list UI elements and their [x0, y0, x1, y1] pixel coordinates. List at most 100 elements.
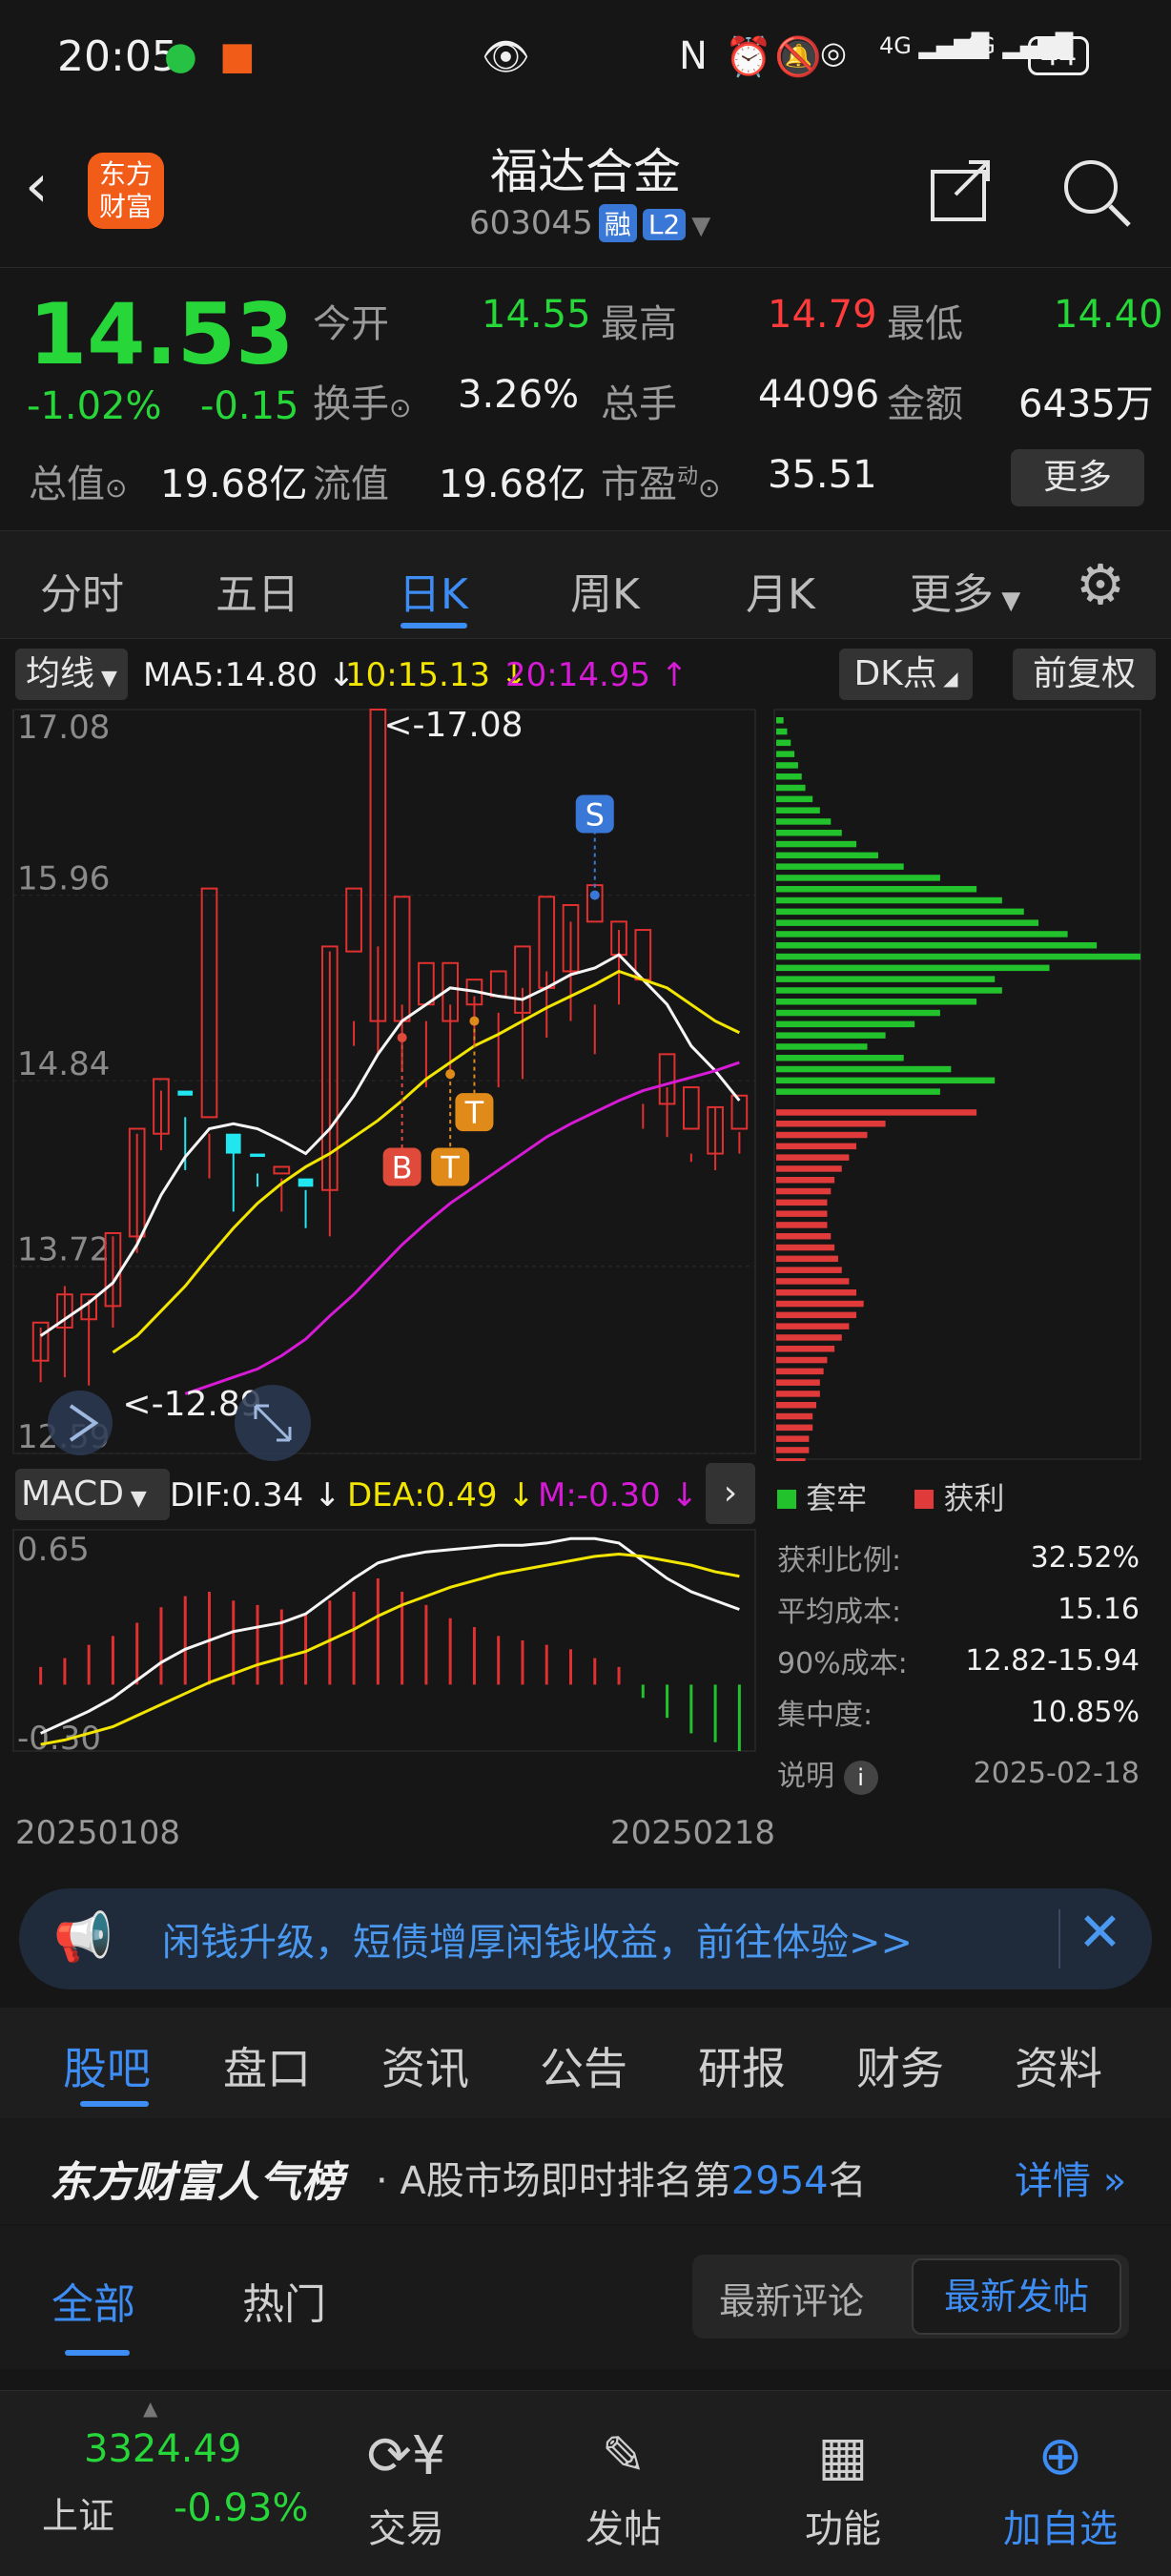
chip-legend: 套牢 获利	[777, 1474, 1005, 1518]
chip-bar-profit	[776, 1323, 850, 1329]
nav-index[interactable]: ▲ 3324.49 上证 -0.93%	[0, 2391, 315, 2576]
kline-chart[interactable]: 17.0815.9614.8413.7212.59<-17.08<-12.89S…	[0, 704, 763, 1467]
chip-bar-trap	[776, 953, 1140, 960]
info-icon: ⊙	[105, 472, 128, 504]
nav-trade[interactable]: ⟳¥ 交易	[311, 2391, 502, 2553]
ma-toggle-button[interactable]: 均线 ▼	[15, 649, 128, 700]
chip-bar-trap	[776, 739, 791, 747]
pe-label[interactable]: 市盈动⊙	[601, 453, 720, 508]
x-end-date: 20250218	[610, 1814, 776, 1852]
chip-bar-trap	[776, 1065, 952, 1073]
tab-weekly-k[interactable]: 周K	[570, 560, 640, 621]
chip-bar-profit	[776, 1244, 835, 1251]
nav-post[interactable]: ✎ 发帖	[528, 2391, 719, 2553]
share-icon[interactable]	[927, 156, 996, 225]
sort-latest-comment[interactable]: 最新评论	[719, 2272, 864, 2324]
status-time: 20:05	[57, 32, 178, 81]
search-icon[interactable]	[1060, 156, 1133, 229]
tab-monthly-k[interactable]: 月K	[746, 560, 815, 621]
chip-bar-trap	[776, 1032, 886, 1039]
settings-icon[interactable]: ⚙	[1076, 552, 1125, 617]
more-button[interactable]: 更多	[1011, 449, 1144, 506]
tab-guba[interactable]: 股吧	[63, 2034, 151, 2097]
chip-bar-profit	[776, 1300, 864, 1308]
adjust-button[interactable]: 前复权	[1013, 649, 1156, 700]
chip-stat-row: 90%成本: 12.82-15.94	[777, 1643, 1140, 1681]
chip-bar-trap	[776, 875, 940, 881]
chip-bar-profit	[776, 1278, 850, 1285]
tab-profile[interactable]: 资料	[1015, 2034, 1102, 2097]
popularity-rank[interactable]: 东方财富人气榜 · A股市场即时排名第2954名 详情 »	[0, 2119, 1171, 2224]
chip-bar-trap	[776, 751, 795, 757]
chip-bar-trap	[776, 1077, 996, 1084]
turnover-value: 3.26%	[458, 373, 580, 417]
mcap-label[interactable]: 总值⊙	[29, 453, 127, 508]
filter-hot[interactable]: 热门	[242, 2270, 326, 2331]
tab-announcement[interactable]: 公告	[540, 2034, 627, 2097]
trade-icon: ⟳¥	[366, 2425, 446, 2487]
banner-divider	[1058, 1909, 1060, 1968]
sort-latest-post[interactable]: 最新发帖	[912, 2258, 1121, 2335]
chip-bar-profit	[776, 1233, 832, 1240]
margin-tag: 融	[598, 204, 637, 242]
content-tabs: 股吧 盘口 资讯 公告 研报 财务 资料	[0, 2008, 1171, 2118]
trap-swatch	[777, 1490, 796, 1509]
macd-chart[interactable]: 0.65-0.30	[0, 1526, 763, 1755]
tab-research[interactable]: 研报	[698, 2034, 786, 2097]
chip-bar-profit	[776, 1424, 813, 1432]
promo-text[interactable]: 闲钱升级，短债增厚闲钱收益，前往体验>>	[162, 1911, 913, 1967]
nav-function[interactable]: ▦ 功能	[748, 2391, 938, 2553]
signal-dot	[397, 1032, 407, 1042]
active-filter-indicator	[65, 2350, 130, 2356]
caret-up-icon: ▲	[143, 2397, 158, 2420]
chip-bar-profit	[776, 1255, 838, 1263]
filter-all[interactable]: 全部	[51, 2270, 135, 2331]
chip-bar-profit	[776, 1121, 886, 1127]
chip-bar-profit	[776, 1187, 832, 1195]
candle-body	[683, 1086, 700, 1130]
signal-label: B	[392, 1149, 413, 1185]
rank-detail-link[interactable]: 详情 »	[1015, 2150, 1126, 2205]
tab-news[interactable]: 资讯	[381, 2034, 469, 2097]
dk-point-button[interactable]: DK点 ◢	[839, 649, 973, 700]
turnover-label[interactable]: 换手⊙	[313, 373, 411, 428]
index-value: 3324.49	[84, 2427, 242, 2471]
chip-bar-trap	[776, 999, 977, 1005]
chip-bar-profit	[776, 1154, 850, 1161]
ma5-line	[39, 953, 741, 1337]
chip-note-row: 说明 i 2025-02-18	[777, 1756, 1140, 1795]
tab-pankou[interactable]: 盘口	[223, 2034, 311, 2097]
dif-line	[40, 1536, 740, 1735]
tab-five-day[interactable]: 五日	[216, 560, 299, 621]
tab-finance[interactable]: 财务	[856, 2034, 944, 2097]
stock-code-row[interactable]: 603045 融 L2 ▼	[469, 204, 710, 242]
change-value: -0.15	[200, 384, 299, 428]
chevron-right-icon[interactable]: ›	[706, 1463, 755, 1524]
plus-circle-icon: ⊕	[1037, 2425, 1083, 2487]
chip-bar-trap	[776, 717, 784, 724]
chart-period-tabs: 分时 五日 日K 周K 月K 更多 ▼ ⚙	[0, 530, 1171, 639]
macd-selector[interactable]: MACD ▼	[15, 1469, 170, 1520]
chip-bar-profit	[776, 1334, 842, 1341]
chip-bar-trap	[776, 976, 996, 982]
chip-bar-profit	[776, 1210, 828, 1217]
index-percent: -0.93%	[174, 2486, 309, 2530]
candle-body	[345, 887, 362, 953]
eye-icon: 👁	[482, 35, 530, 79]
chip-distribution-chart[interactable]	[772, 708, 1154, 1461]
nav-add-watchlist[interactable]: ⊕ 加自选	[965, 2391, 1156, 2553]
promo-banner[interactable]: 📢 闲钱升级，短债增厚闲钱收益，前往体验>> ✕	[19, 1888, 1152, 1989]
stock-code: 603045	[469, 204, 593, 242]
chip-bar-trap	[776, 896, 1002, 904]
tab-daily-k[interactable]: 日K	[399, 560, 468, 621]
m-value: M:-0.30 ↓	[538, 1476, 699, 1515]
tab-intraday[interactable]: 分时	[40, 560, 124, 621]
close-icon[interactable]: ✕	[1078, 1902, 1122, 1964]
wechat-icon: ●	[164, 34, 197, 78]
chip-bar-trap	[776, 840, 857, 848]
bottom-nav: ▲ 3324.49 上证 -0.93% ⟳¥ 交易 ✎ 发帖 ▦ 功能 ⊕ 加自…	[0, 2390, 1171, 2576]
chip-bar-profit	[776, 1222, 828, 1228]
chip-bar-trap	[776, 830, 842, 836]
tab-more[interactable]: 更多 ▼	[910, 560, 1020, 621]
chip-bar-profit	[776, 1199, 828, 1206]
